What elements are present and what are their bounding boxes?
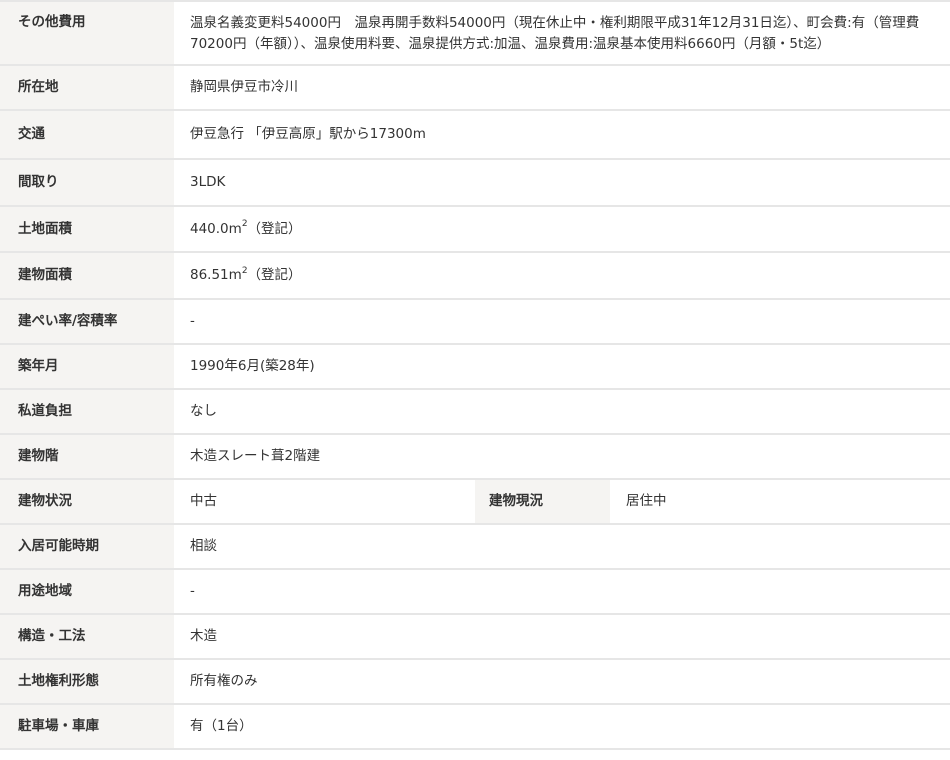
row-value: 伊豆急行 「伊豆高原」駅から17300m xyxy=(174,109,950,159)
row-value: 所有権のみ xyxy=(174,658,950,704)
row-label-secondary: 建物現況 xyxy=(475,478,610,524)
row-value: 3LDK xyxy=(174,158,950,206)
row-label: 建物階 xyxy=(0,433,174,479)
row-value: - xyxy=(174,568,950,614)
row-label: 駐車場・車庫 xyxy=(0,703,174,749)
row-structure: 構造・工法 木造 xyxy=(0,613,950,659)
row-value: 1990年6月(築28年) xyxy=(174,343,950,389)
row-value: 静岡県伊豆市冷川 xyxy=(174,64,950,110)
row-zoning: 用途地域 - xyxy=(0,568,950,614)
row-value: 86.51m2（登記） xyxy=(174,251,950,299)
row-private-road: 私道負担 なし xyxy=(0,388,950,434)
row-land-area: 土地面積 440.0m2（登記） xyxy=(0,205,950,252)
row-label: 用途地域 xyxy=(0,568,174,614)
row-floors: 建物階 木造スレート葺2階建 xyxy=(0,433,950,479)
row-building-area: 建物面積 86.51m2（登記） xyxy=(0,251,950,299)
row-label: 建ぺい率/容積率 xyxy=(0,298,174,344)
row-coverage-ratio: 建ぺい率/容積率 - xyxy=(0,298,950,344)
row-transport: 交通 伊豆急行 「伊豆高原」駅から17300m xyxy=(0,109,950,159)
row-parking: 駐車場・車庫 有（1台） xyxy=(0,703,950,749)
row-location: 所在地 静岡県伊豆市冷川 xyxy=(0,64,950,110)
property-spec-table: その他費用 温泉名義変更料54000円 温泉再開手数料54000円（現在休止中・… xyxy=(0,0,950,750)
row-value-secondary: 居住中 xyxy=(610,478,950,524)
row-value: 木造 xyxy=(174,613,950,659)
row-move-in: 入居可能時期 相談 xyxy=(0,523,950,569)
row-built-date: 築年月 1990年6月(築28年) xyxy=(0,343,950,389)
row-label: 建物状況 xyxy=(0,478,174,524)
row-label: 交通 xyxy=(0,109,174,159)
row-layout: 間取り 3LDK xyxy=(0,158,950,206)
row-value: 中古 xyxy=(174,478,475,524)
row-label: 間取り xyxy=(0,158,174,206)
row-value: 440.0m2（登記） xyxy=(174,205,950,252)
row-value: - xyxy=(174,298,950,344)
row-label: 土地権利形態 xyxy=(0,658,174,704)
row-label: 建物面積 xyxy=(0,251,174,299)
row-label: 構造・工法 xyxy=(0,613,174,659)
row-building-condition: 建物状況 中古 建物現況 居住中 xyxy=(0,478,950,524)
row-value: 有（1台） xyxy=(174,703,950,749)
row-value: 木造スレート葺2階建 xyxy=(174,433,950,479)
row-label: 私道負担 xyxy=(0,388,174,434)
row-label: 入居可能時期 xyxy=(0,523,174,569)
row-value: 相談 xyxy=(174,523,950,569)
row-label: 所在地 xyxy=(0,64,174,110)
row-value: 温泉名義変更料54000円 温泉再開手数料54000円（現在休止中・権利期限平成… xyxy=(174,0,950,65)
row-land-rights: 土地権利形態 所有権のみ xyxy=(0,658,950,704)
row-other-costs: その他費用 温泉名義変更料54000円 温泉再開手数料54000円（現在休止中・… xyxy=(0,0,950,65)
row-label: 土地面積 xyxy=(0,205,174,252)
row-label: 築年月 xyxy=(0,343,174,389)
row-label: その他費用 xyxy=(0,0,174,65)
row-value: なし xyxy=(174,388,950,434)
